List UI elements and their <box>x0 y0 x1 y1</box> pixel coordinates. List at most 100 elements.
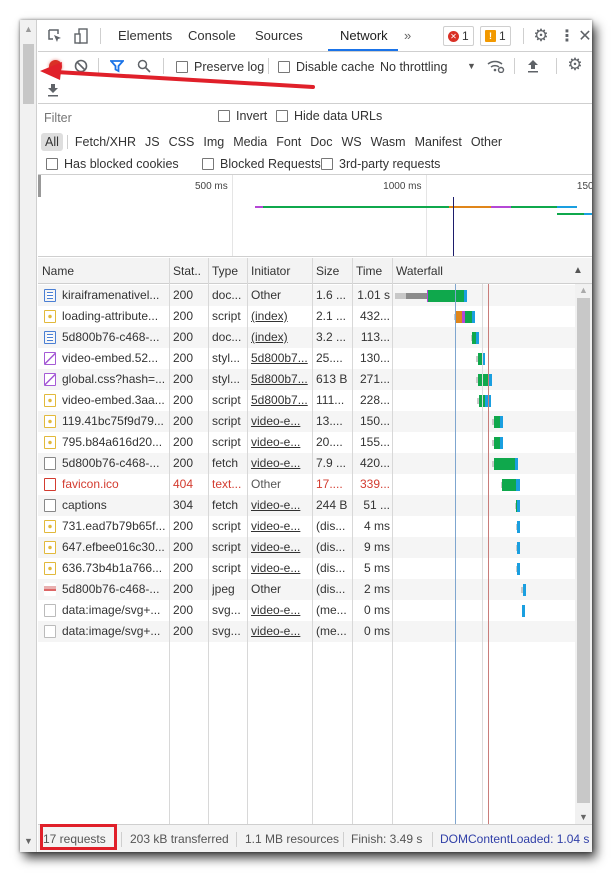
checkbox-box[interactable] <box>202 158 214 170</box>
table-row[interactable]: favicon.ico 404 text... Other 17.... 339... <box>38 474 575 495</box>
request-name[interactable]: 647.efbee016c30... <box>62 540 170 554</box>
table-row[interactable]: kiraiframenativel... 200 doc... Other 1.6 ..… <box>38 285 575 306</box>
type-filter-fetch-xhr[interactable]: Fetch/XHR <box>71 133 140 151</box>
gear-icon[interactable]: ⚙ <box>566 55 584 74</box>
table-scrollbar[interactable]: ▲ ▼ <box>575 284 592 824</box>
request-name[interactable]: data:image/svg+... <box>62 603 170 617</box>
request-name[interactable]: 731.ead7b79b65f... <box>62 519 170 533</box>
download-icon[interactable] <box>44 81 62 99</box>
disable-cache-checkbox[interactable]: Disable cache <box>278 60 375 74</box>
tab-network[interactable]: Network <box>340 28 388 43</box>
type-filter-js[interactable]: JS <box>141 133 164 151</box>
request-initiator[interactable]: video-e... <box>251 519 311 533</box>
request-name[interactable]: video-embed.52... <box>62 351 170 365</box>
request-name[interactable]: global.css?hash=... <box>62 372 170 386</box>
request-name[interactable]: 5d800b76-c468-... <box>62 330 170 344</box>
column-header-size[interactable]: Size <box>316 264 339 278</box>
filter-input[interactable] <box>42 108 202 128</box>
request-name[interactable]: 636.73b4b1a766... <box>62 561 170 575</box>
column-divider[interactable] <box>208 258 209 824</box>
request-name[interactable]: captions <box>62 498 170 512</box>
upload-icon[interactable] <box>524 57 542 75</box>
type-filter-all[interactable]: All <box>41 133 63 151</box>
type-filter-font[interactable]: Font <box>272 133 305 151</box>
request-initiator[interactable]: video-e... <box>251 540 311 554</box>
clear-icon[interactable] <box>72 57 90 75</box>
blocked-requests-checkbox[interactable]: Blocked Requests <box>202 157 321 171</box>
type-filter-ws[interactable]: WS <box>337 133 365 151</box>
table-row[interactable]: video-embed.3aa... 200 script 5d800b7... 111… <box>38 390 575 411</box>
request-name[interactable]: kiraiframenativel... <box>62 288 170 302</box>
column-header-time[interactable]: Time <box>356 264 382 278</box>
scroll-up-icon[interactable]: ▲ <box>579 285 588 295</box>
has-blocked-cookies-checkbox[interactable]: Has blocked cookies <box>46 157 179 171</box>
table-row[interactable]: global.css?hash=... 200 styl... 5d800b7... 6… <box>38 369 575 390</box>
table-row[interactable]: 795.b84a616d20... 200 script video-e... 20..… <box>38 432 575 453</box>
request-initiator[interactable]: 5d800b7... <box>251 351 311 365</box>
sort-ascending-icon[interactable]: ▲ <box>573 265 583 276</box>
table-row[interactable]: 636.73b4b1a766... 200 script video-e... (dis… <box>38 558 575 579</box>
scroll-up-icon[interactable]: ▲ <box>24 24 33 34</box>
type-filter-doc[interactable]: Doc <box>306 133 336 151</box>
tab-sources[interactable]: Sources <box>255 28 303 43</box>
inspect-element-icon[interactable] <box>46 27 64 45</box>
filter-funnel-icon[interactable] <box>108 57 126 75</box>
request-name[interactable]: 795.b84a616d20... <box>62 435 170 449</box>
request-name[interactable]: 5d800b76-c468-... <box>62 456 170 470</box>
type-filter-other[interactable]: Other <box>467 133 506 151</box>
request-initiator[interactable]: 5d800b7... <box>251 372 311 386</box>
request-initiator[interactable]: video-e... <box>251 414 311 428</box>
request-name[interactable]: favicon.ico <box>62 477 170 491</box>
warnings-badge[interactable]: ! 1 <box>480 26 511 46</box>
column-divider[interactable] <box>392 258 393 824</box>
column-divider[interactable] <box>312 258 313 824</box>
overview-handle[interactable] <box>38 175 41 197</box>
checkbox-box[interactable] <box>276 110 288 122</box>
device-toolbar-icon[interactable] <box>72 27 90 45</box>
column-header-status[interactable]: Stat.. <box>173 264 201 278</box>
checkbox-box[interactable] <box>46 158 58 170</box>
request-name[interactable]: 5d800b76-c468-... <box>62 582 170 596</box>
column-header-name[interactable]: Name <box>42 264 74 278</box>
network-overview-timeline[interactable]: 500 ms1000 ms1500 ms2000 ms2500 ms3000 m… <box>38 175 592 257</box>
table-row[interactable]: 5d800b76-c468-... 200 fetch video-e... 7.9 .… <box>38 453 575 474</box>
type-filter-img[interactable]: Img <box>199 133 228 151</box>
request-initiator[interactable]: video-e... <box>251 498 311 512</box>
request-initiator[interactable]: (index) <box>251 309 311 323</box>
request-name[interactable]: loading-attribute... <box>62 309 170 323</box>
request-name[interactable]: data:image/svg+... <box>62 624 170 638</box>
tab-elements[interactable]: Elements <box>118 28 172 43</box>
scroll-down-icon[interactable]: ▼ <box>579 812 588 822</box>
request-initiator[interactable]: video-e... <box>251 561 311 575</box>
table-row[interactable]: 5d800b76-c468-... 200 jpeg Other (dis... 2 ms <box>38 579 575 600</box>
request-name[interactable]: video-embed.3aa... <box>62 393 170 407</box>
column-divider[interactable] <box>352 258 353 824</box>
checkbox-box[interactable] <box>176 61 188 73</box>
checkbox-box[interactable] <box>218 110 230 122</box>
table-scrollbar-thumb[interactable] <box>577 298 590 803</box>
column-header-initiator[interactable]: Initiator <box>251 264 290 278</box>
request-initiator[interactable]: 5d800b7... <box>251 393 311 407</box>
third-party-requests-checkbox[interactable]: 3rd-party requests <box>321 157 440 171</box>
more-tabs-icon[interactable]: » <box>404 28 411 43</box>
scroll-down-icon[interactable]: ▼ <box>24 836 33 846</box>
table-row[interactable]: data:image/svg+... 200 svg... video-e... (me… <box>38 600 575 621</box>
table-row[interactable]: data:image/svg+... 200 svg... video-e... (me… <box>38 621 575 642</box>
request-initiator[interactable]: video-e... <box>251 624 311 638</box>
request-name[interactable]: 119.41bc75f9d79... <box>62 414 170 428</box>
errors-badge[interactable]: ✕ 1 <box>443 26 474 46</box>
table-row[interactable]: 731.ead7b79b65f... 200 script video-e... (di… <box>38 516 575 537</box>
hide-data-urls-checkbox[interactable]: Hide data URLs <box>276 109 382 123</box>
checkbox-box[interactable] <box>321 158 333 170</box>
type-filter-manifest[interactable]: Manifest <box>411 133 466 151</box>
column-header-waterfall[interactable]: Waterfall <box>396 264 443 278</box>
table-row[interactable]: loading-attribute... 200 script (index) 2.1 … <box>38 306 575 327</box>
table-row[interactable]: 647.efbee016c30... 200 script video-e... (di… <box>38 537 575 558</box>
search-icon[interactable] <box>135 57 153 75</box>
kebab-menu-icon[interactable]: ⋮ <box>558 27 576 45</box>
checkbox-box[interactable] <box>278 61 290 73</box>
invert-checkbox[interactable]: Invert <box>218 109 267 123</box>
column-divider[interactable] <box>169 258 170 824</box>
request-initiator[interactable]: (index) <box>251 330 311 344</box>
type-filter-media[interactable]: Media <box>229 133 271 151</box>
